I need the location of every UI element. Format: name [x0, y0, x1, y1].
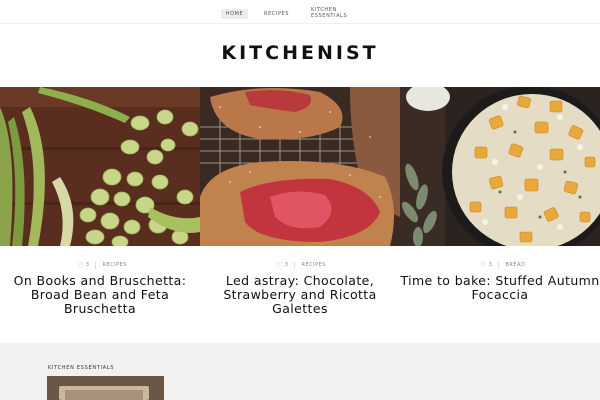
post-title-link[interactable]: On Books and Bruschetta: Broad Bean and …: [0, 274, 200, 316]
like-count: 3: [284, 262, 289, 268]
post-meta-1: ♡ 3 RECIPES: [77, 261, 127, 269]
post-title-link[interactable]: Led astray: Chocolate, Strawberry and Ri…: [200, 274, 400, 316]
like-count: 3: [85, 262, 90, 268]
post-image-galettes[interactable]: [200, 87, 400, 246]
section-heading: KITCHEN ESSENTIALS: [48, 365, 115, 371]
post-image-broad-beans[interactable]: [0, 87, 200, 246]
heart-icon[interactable]: ♡: [77, 261, 84, 269]
featured-posts-grid: [0, 87, 600, 246]
post-meta-3: ♡ 3 BREAD: [480, 261, 525, 269]
meta-divider: [294, 261, 296, 269]
post-category[interactable]: RECIPES: [301, 262, 325, 268]
nav-recipes-label: RECIPES: [264, 11, 290, 17]
site-logo[interactable]: KITCHENIST: [0, 42, 600, 64]
post-meta-2: ♡ 3 RECIPES: [276, 261, 326, 269]
meta-divider: [95, 261, 97, 269]
meta-divider: [498, 261, 500, 269]
kitchen-essentials-thumbnail[interactable]: [47, 376, 164, 400]
like-count: 3: [488, 262, 493, 268]
top-navigation: HOME RECIPES KITCHEN ESSENTIALS: [0, 0, 600, 24]
post-category[interactable]: BREAD: [505, 262, 525, 268]
post-image-focaccia[interactable]: [400, 87, 600, 246]
nav-recipes-link[interactable]: RECIPES: [264, 11, 289, 17]
nav-kitchen-essentials-link[interactable]: KITCHEN ESSENTIALS: [311, 7, 359, 19]
post-category[interactable]: RECIPES: [102, 262, 126, 268]
post-title-link[interactable]: Time to bake: Stuffed Autumn Focaccia: [400, 274, 600, 302]
nav-home-link[interactable]: HOME: [221, 9, 248, 19]
heart-icon[interactable]: ♡: [480, 261, 487, 269]
heart-icon[interactable]: ♡: [276, 261, 283, 269]
nav-home-label: HOME: [225, 11, 244, 17]
nav-kitchen-essentials-label: KITCHEN ESSENTIALS: [311, 7, 348, 19]
